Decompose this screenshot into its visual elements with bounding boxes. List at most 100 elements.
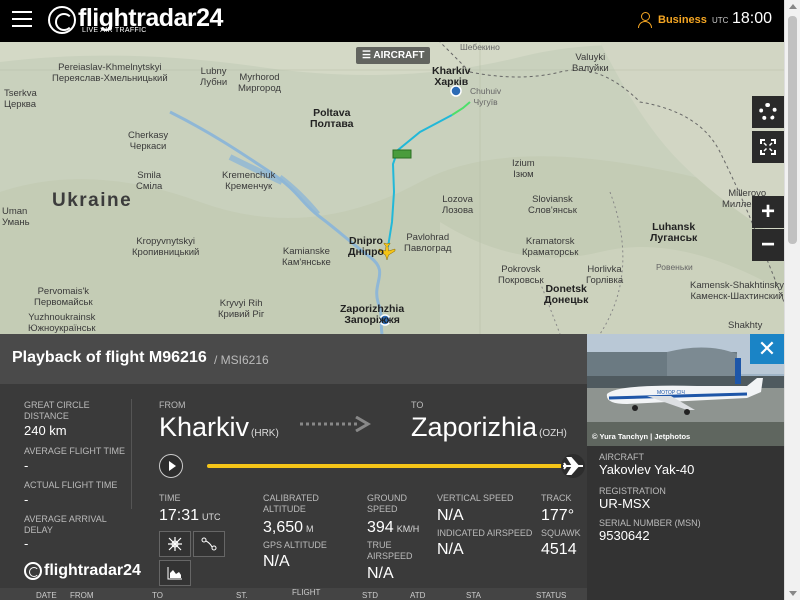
map-label-dnipro: Dnipro Дніпро xyxy=(348,235,384,258)
altitude-graph-button[interactable] xyxy=(159,560,191,586)
col-to[interactable]: TO xyxy=(152,591,163,600)
time-number: 17:31 xyxy=(159,507,200,524)
track-label: TRACK xyxy=(541,493,572,503)
map-view[interactable]: ☰ AIRCRAFT Ukraine Шебекино Tserkva Церк… xyxy=(0,42,784,334)
radar-view-button[interactable] xyxy=(159,531,191,557)
scroll-thumb[interactable] xyxy=(788,16,797,244)
country-label: Ukraine xyxy=(52,190,133,211)
timezone-label: UTC xyxy=(712,16,729,25)
map-label-izium: Izium Ізюм xyxy=(512,158,535,180)
registration-label: REGISTRATION xyxy=(599,486,666,496)
map-label-kryvyi-rih: Kryvyi Rih Кривий Ріг xyxy=(218,298,265,320)
graph-icon xyxy=(167,567,182,580)
great-circle-value: 240 km xyxy=(24,423,67,438)
map-label-yuzhnoukrainsk: Yuzhnoukrainsk Южноукраїнськ xyxy=(28,312,96,334)
aircraft-tab-label: AIRCRAFT xyxy=(373,50,425,61)
calibrated-altitude-value: 3,650 M xyxy=(263,519,314,537)
aircraft-type-value: Yakovlev Yak-40 xyxy=(599,462,695,477)
user-icon xyxy=(638,12,652,28)
flight-panel: Playback of flight M96216 / MSI6216 GREA… xyxy=(0,334,784,600)
map-label-shebekino: Шебекино xyxy=(460,42,500,52)
summary-divider xyxy=(131,399,132,509)
zoom-in-button[interactable]: + xyxy=(752,196,784,228)
col-std[interactable]: STD xyxy=(362,591,378,600)
vertical-speed-value: N/A xyxy=(437,507,464,524)
flight-history-header: DATE FROM TO ST. FLIGHT STD ATD STA STAT… xyxy=(0,588,587,600)
fullscreen-icon xyxy=(760,139,776,155)
app-root: flightradar24 LIVE AIR TRAFFIC Business … xyxy=(0,0,800,600)
fr24-footer-logo: flightradar24 xyxy=(24,562,141,580)
aircraft-panel: МОТОР СІЧ © Yura Tanchyn | Jetphotos ✕ A… xyxy=(587,334,784,600)
scroll-down-icon[interactable] xyxy=(789,591,797,596)
track-value: 177° xyxy=(541,507,575,524)
ground-speed-unit: KM/H xyxy=(396,524,420,534)
great-circle-label: GREAT CIRCLE DISTANCE xyxy=(24,400,90,421)
scroll-up-icon[interactable] xyxy=(789,4,797,9)
map-label-kremenchuk: Kremenchuk Кременчук xyxy=(222,170,276,192)
to-airport[interactable]: Zaporizhia (OZH) xyxy=(411,412,567,443)
zoom-out-button[interactable]: − xyxy=(752,229,784,261)
col-date[interactable]: DATE xyxy=(36,591,57,600)
avg-flight-time-label: AVERAGE FLIGHT TIME xyxy=(24,446,126,456)
business-button[interactable]: Business xyxy=(638,12,707,28)
playback-plane-icon[interactable] xyxy=(556,454,590,478)
gps-altitude-label: GPS ALTITUDE xyxy=(263,540,327,550)
ground-speed-label: GROUND SPEED xyxy=(367,493,407,514)
col-sta[interactable]: STA xyxy=(466,591,481,600)
map-label-lubny: Lubny Лубни xyxy=(200,66,228,88)
aircraft-tab-button[interactable]: ☰ AIRCRAFT xyxy=(356,47,431,64)
map-label-cherkasy: Cherkasy Черкаси xyxy=(128,130,169,152)
playback-progress-track[interactable] xyxy=(207,464,567,468)
actual-flight-time-label: ACTUAL FLIGHT TIME xyxy=(24,480,118,490)
top-bar: flightradar24 LIVE AIR TRAFFIC Business … xyxy=(0,0,784,42)
close-button[interactable]: ✕ xyxy=(750,334,784,364)
settings-button[interactable] xyxy=(752,96,784,128)
map-terrain xyxy=(0,42,784,334)
calibrated-altitude-label: CALIBRATED ALTITUDE xyxy=(263,493,319,514)
indicated-airspeed-label: INDICATED AIRSPEED xyxy=(437,528,533,538)
map-label-kamianske: Kamianske Кам'янське xyxy=(282,246,331,268)
to-label: TO xyxy=(411,400,424,410)
route-button[interactable] xyxy=(193,531,225,557)
to-code: (OZH) xyxy=(539,428,567,439)
map-label-kharkiv: Kharkiv Харків xyxy=(432,65,471,88)
page-scrollbar[interactable] xyxy=(784,0,800,600)
photo-credit: © Yura Tanchyn | Jetphotos xyxy=(592,432,691,441)
map-label-pavlohrad: Pavlohrad Павлоград xyxy=(404,232,452,254)
flight-alt-id: / MSI6216 xyxy=(214,353,269,367)
map-label-donetsk: Donetsk Донецьк xyxy=(544,283,589,306)
map-label-tserkva: Tserkva Церква xyxy=(4,88,37,110)
serial-number-value: 9530642 xyxy=(599,528,650,543)
from-airport[interactable]: Kharkiv (HRK) xyxy=(159,412,279,443)
col-from[interactable]: FROM xyxy=(70,591,94,600)
map-label-kamensk: Kamensk-Shakhtinsky Каменск-Шахтинский xyxy=(690,280,784,302)
playback-progress-fill xyxy=(207,464,567,468)
map-label-myrhorod: Myrhorod Миргород xyxy=(238,72,281,94)
col-atd[interactable]: ATD xyxy=(410,591,425,600)
map-label-kropyvnytskyi: Kropyvnytskyi Кропивницький xyxy=(132,236,200,258)
to-city: Zaporizhia xyxy=(411,412,538,442)
col-status[interactable]: STATUS xyxy=(536,591,566,600)
fr24-footer-logo-icon xyxy=(24,562,42,580)
aircraft-photo[interactable]: МОТОР СІЧ © Yura Tanchyn | Jetphotos ✕ xyxy=(587,334,784,446)
col-status-short[interactable]: ST. xyxy=(236,591,248,600)
business-label: Business xyxy=(658,14,707,26)
calibrated-altitude-number: 3,650 xyxy=(263,519,304,536)
time-label: TIME xyxy=(159,493,181,503)
map-label-lozova: Lozova Лозова xyxy=(442,194,474,216)
from-code: (HRK) xyxy=(251,428,279,439)
calibrated-altitude-unit: M xyxy=(306,524,314,534)
fullscreen-button[interactable] xyxy=(752,131,784,163)
menu-icon[interactable] xyxy=(12,11,32,29)
map-label-poltava: Poltava Полтава xyxy=(310,107,354,130)
registration-value: UR-MSX xyxy=(599,496,651,511)
avg-flight-time-value: - xyxy=(24,458,29,473)
map-label-smila: Smila Сміла xyxy=(136,170,163,192)
map-label-horlivka: Horlivka Горлівка xyxy=(586,264,624,286)
play-button[interactable] xyxy=(159,454,183,478)
logo-subtitle: LIVE AIR TRAFFIC xyxy=(82,27,147,34)
serial-number-label: SERIAL NUMBER (MSN) xyxy=(599,518,701,528)
zoom-in-icon: + xyxy=(760,198,775,225)
col-flight[interactable]: FLIGHT xyxy=(292,588,320,597)
map-label-valuyki: Valuyki Валуйки xyxy=(572,52,609,74)
